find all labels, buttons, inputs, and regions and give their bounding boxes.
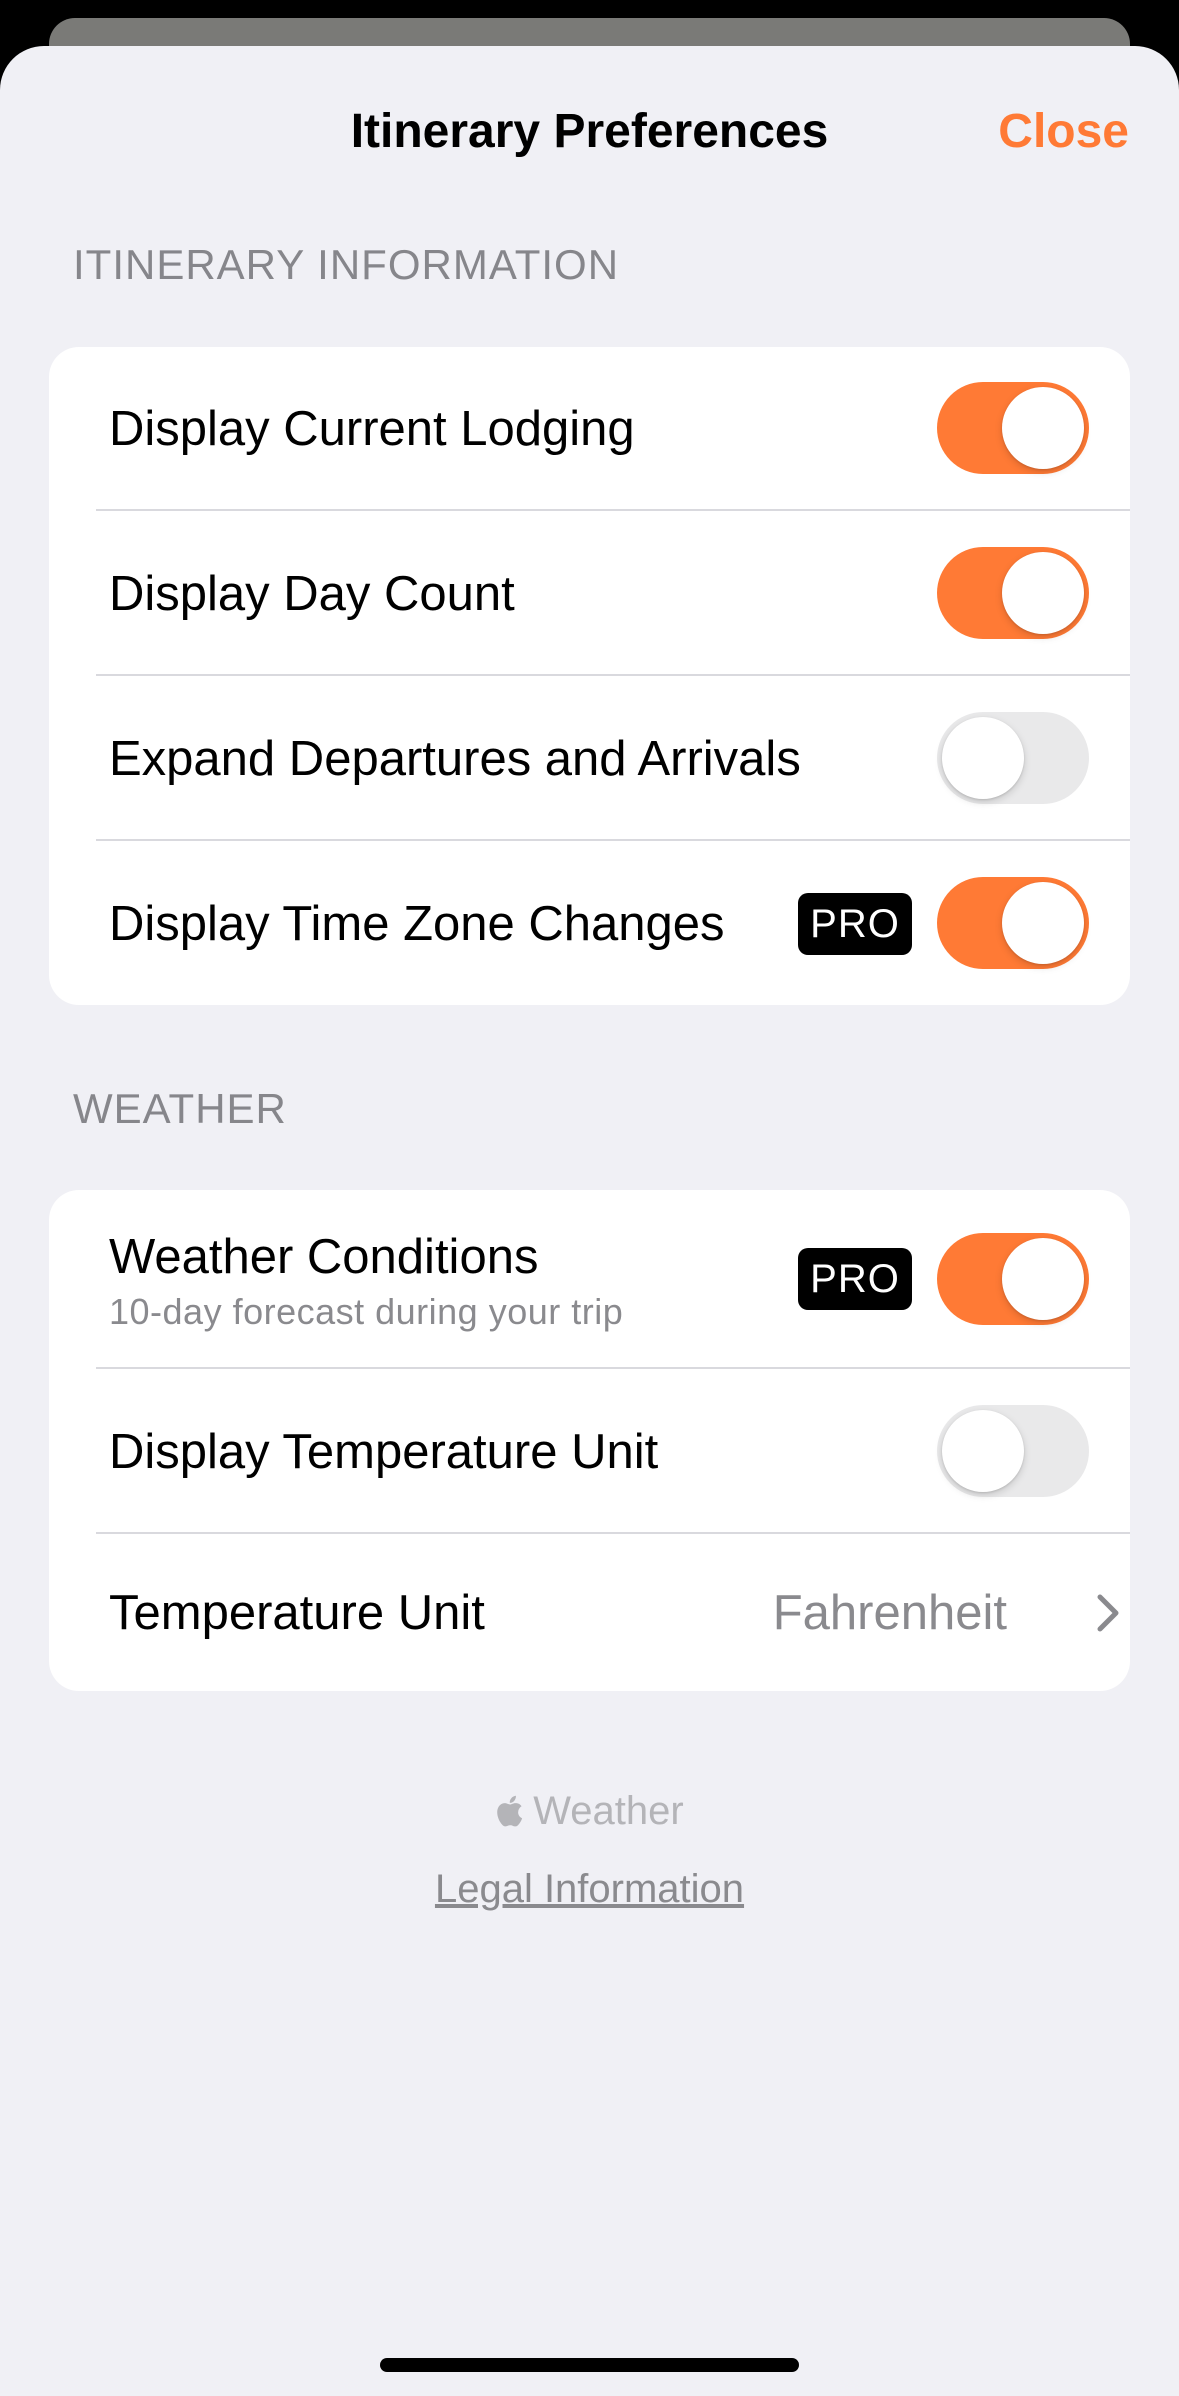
close-button[interactable]: Close [998,100,1129,164]
display-day-count-toggle[interactable] [937,547,1089,639]
row-label: Temperature Unit [109,1586,485,1640]
row-label: Display Current Lodging [109,402,635,456]
toggle-knob [942,1410,1024,1492]
row-label: Display Day Count [109,567,515,621]
expand-departures-arrivals-toggle[interactable] [937,712,1089,804]
pro-badge: PRO [798,893,912,955]
row-subtitle: 10-day forecast during your trip [109,1291,624,1332]
toggle-knob [1002,552,1084,634]
row-display-current-lodging: Display Current Lodging [49,347,1130,511]
row-display-temperature-unit: Display Temperature Unit [49,1369,1130,1534]
chevron-right-icon [1097,1594,1119,1632]
apple-logo-icon [497,1795,523,1827]
weather-credit-label: Weather [533,1789,684,1833]
weather-conditions-toggle[interactable] [937,1233,1089,1325]
row-display-day-count: Display Day Count [49,511,1130,676]
row-label: Weather Conditions [109,1230,539,1284]
toggle-knob [1002,882,1084,964]
pro-badge: PRO [798,1248,912,1310]
display-current-lodging-toggle[interactable] [937,382,1089,474]
home-indicator [380,2358,799,2372]
row-display-time-zone-changes: Display Time Zone Changes PRO [49,841,1130,1005]
legal-information-link[interactable]: Legal Information [435,1867,744,1911]
toggle-knob [1002,1238,1084,1320]
toggle-knob [1002,387,1084,469]
itinerary-settings-group: Display Current Lodging Display Day Coun… [49,347,1130,1005]
row-label: Display Temperature Unit [109,1425,659,1479]
temperature-unit-row[interactable]: Temperature Unit Fahrenheit [49,1534,1130,1691]
row-expand-departures-arrivals: Expand Departures and Arrivals [49,676,1130,841]
display-time-zone-changes-toggle[interactable] [937,877,1089,969]
toggle-knob [942,717,1024,799]
section-header-weather: WEATHER [73,1085,287,1132]
temperature-unit-value: Fahrenheit [772,1586,1007,1640]
legal-information-link-container: Legal Information [0,1861,1179,1917]
section-header-itinerary: ITINERARY INFORMATION [73,241,620,288]
display-temperature-unit-toggle[interactable] [937,1405,1089,1497]
row-label: Expand Departures and Arrivals [109,732,801,786]
row-label: Display Time Zone Changes [109,897,725,951]
apple-weather-credit: Weather [0,1783,1179,1839]
row-weather-conditions: Weather Conditions 10-day forecast durin… [49,1190,1130,1369]
weather-settings-group: Weather Conditions 10-day forecast durin… [49,1190,1130,1691]
